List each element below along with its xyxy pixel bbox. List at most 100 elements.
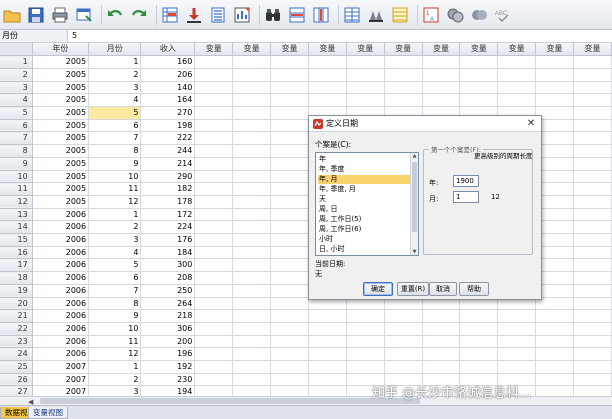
- column-header[interactable]: 年份: [32, 43, 90, 57]
- empty-cell[interactable]: [384, 335, 423, 349]
- column-header[interactable]: 变量: [346, 43, 385, 57]
- empty-cell[interactable]: [535, 93, 574, 107]
- cell-year[interactable]: 2005: [32, 55, 90, 69]
- empty-cell[interactable]: [535, 385, 574, 396]
- empty-cell[interactable]: [573, 271, 612, 285]
- insert-variable-icon[interactable]: [311, 5, 331, 25]
- cell-income[interactable]: 290: [140, 170, 196, 184]
- ok-button[interactable]: 确定: [363, 282, 393, 296]
- list-item[interactable]: 年, 季度: [318, 165, 410, 174]
- cell-income[interactable]: 206: [140, 68, 196, 82]
- empty-cell[interactable]: [573, 360, 612, 374]
- cell-income[interactable]: 178: [140, 195, 196, 209]
- empty-cell[interactable]: [497, 68, 537, 82]
- empty-cell[interactable]: [459, 55, 499, 69]
- cell-year[interactable]: 2006: [32, 297, 90, 311]
- empty-cell[interactable]: [270, 284, 309, 298]
- empty-cell[interactable]: [270, 119, 309, 133]
- cell-income[interactable]: 172: [140, 208, 196, 222]
- empty-cell[interactable]: [194, 157, 234, 171]
- empty-cell[interactable]: [497, 360, 537, 374]
- cell-income[interactable]: 192: [140, 360, 196, 374]
- empty-cell[interactable]: [535, 322, 574, 336]
- empty-cell[interactable]: [194, 68, 234, 82]
- empty-cell[interactable]: [573, 182, 612, 196]
- empty-cell[interactable]: [232, 335, 272, 349]
- empty-cell[interactable]: [232, 360, 272, 374]
- weight-cases-icon[interactable]: [366, 5, 386, 25]
- list-item[interactable]: 日, 小时: [318, 245, 410, 254]
- cell-year[interactable]: 2006: [32, 284, 90, 298]
- empty-cell[interactable]: [573, 157, 612, 171]
- empty-cell[interactable]: [497, 347, 537, 362]
- empty-cell[interactable]: [573, 385, 612, 396]
- cell-year[interactable]: 2006: [32, 335, 90, 349]
- cell-month[interactable]: 3: [88, 233, 142, 247]
- empty-cell[interactable]: [384, 81, 423, 95]
- column-header[interactable]: 变量: [270, 43, 309, 57]
- empty-cell[interactable]: [270, 360, 309, 374]
- empty-cell[interactable]: [384, 93, 423, 107]
- empty-cell[interactable]: [346, 322, 385, 336]
- cell-year[interactable]: 2005: [32, 119, 90, 133]
- cell-month[interactable]: 6: [88, 271, 142, 285]
- empty-cell[interactable]: [573, 373, 612, 387]
- value-labels-icon[interactable]: 1A: [421, 5, 441, 25]
- empty-cell[interactable]: [232, 284, 272, 298]
- empty-cell[interactable]: [535, 335, 574, 349]
- cell-year[interactable]: 2006: [32, 258, 90, 273]
- scroll-up-icon[interactable]: ▲: [411, 153, 418, 159]
- empty-cell[interactable]: [535, 309, 574, 323]
- row-header[interactable]: 6: [0, 119, 33, 133]
- close-icon[interactable]: ✕: [525, 117, 537, 130]
- empty-cell[interactable]: [194, 309, 234, 323]
- print-icon[interactable]: [50, 5, 70, 25]
- cell-year[interactable]: 2005: [32, 195, 90, 209]
- empty-cell[interactable]: [535, 55, 574, 69]
- cell-income[interactable]: 230: [140, 373, 196, 387]
- scrollbar-thumb[interactable]: [40, 398, 420, 404]
- empty-cell[interactable]: [270, 170, 309, 184]
- empty-cell[interactable]: [232, 119, 272, 133]
- list-item[interactable]: 年: [318, 155, 410, 164]
- cell-year[interactable]: 2005: [32, 131, 90, 146]
- row-header[interactable]: 11: [0, 182, 33, 196]
- cell-year[interactable]: 2005: [32, 106, 90, 120]
- empty-cell[interactable]: [422, 347, 461, 362]
- empty-cell[interactable]: [346, 347, 385, 362]
- cell-month[interactable]: 12: [88, 347, 142, 362]
- row-header[interactable]: 21: [0, 309, 33, 323]
- empty-cell[interactable]: [308, 93, 347, 107]
- cases-are-listbox[interactable]: 年年, 季度 年, 月年, 季度, 月天周, 日周, 工作日(5) 周, 工作日(6…: [315, 152, 419, 256]
- column-header[interactable]: 变量: [384, 43, 423, 57]
- empty-cell[interactable]: [422, 360, 461, 374]
- empty-cell[interactable]: [194, 360, 234, 374]
- cell-year[interactable]: 2005: [32, 144, 90, 158]
- empty-cell[interactable]: [308, 309, 347, 323]
- cell-income[interactable]: 194: [140, 385, 196, 396]
- column-header[interactable]: 变量: [232, 43, 272, 57]
- empty-cell[interactable]: [270, 68, 309, 82]
- column-header[interactable]: 收入: [140, 43, 196, 57]
- empty-cell[interactable]: [270, 233, 309, 247]
- empty-cell[interactable]: [308, 55, 347, 69]
- empty-cell[interactable]: [270, 385, 309, 396]
- empty-cell[interactable]: [232, 246, 272, 260]
- cancel-button[interactable]: 取消: [429, 282, 457, 296]
- empty-cell[interactable]: [194, 322, 234, 336]
- empty-cell[interactable]: [194, 258, 234, 273]
- empty-cell[interactable]: [232, 233, 272, 247]
- row-header[interactable]: 16: [0, 246, 33, 260]
- empty-cell[interactable]: [232, 258, 272, 273]
- row-header[interactable]: 23: [0, 335, 33, 349]
- spell-check-icon[interactable]: ABC: [493, 5, 513, 25]
- cell-income[interactable]: 176: [140, 233, 196, 247]
- select-cases-icon[interactable]: [390, 5, 410, 25]
- cell-income[interactable]: 214: [140, 157, 196, 171]
- empty-cell[interactable]: [573, 309, 612, 323]
- empty-cell[interactable]: [194, 106, 234, 120]
- empty-cell[interactable]: [573, 246, 612, 260]
- empty-cell[interactable]: [194, 233, 234, 247]
- empty-cell[interactable]: [346, 360, 385, 374]
- empty-cell[interactable]: [270, 322, 309, 336]
